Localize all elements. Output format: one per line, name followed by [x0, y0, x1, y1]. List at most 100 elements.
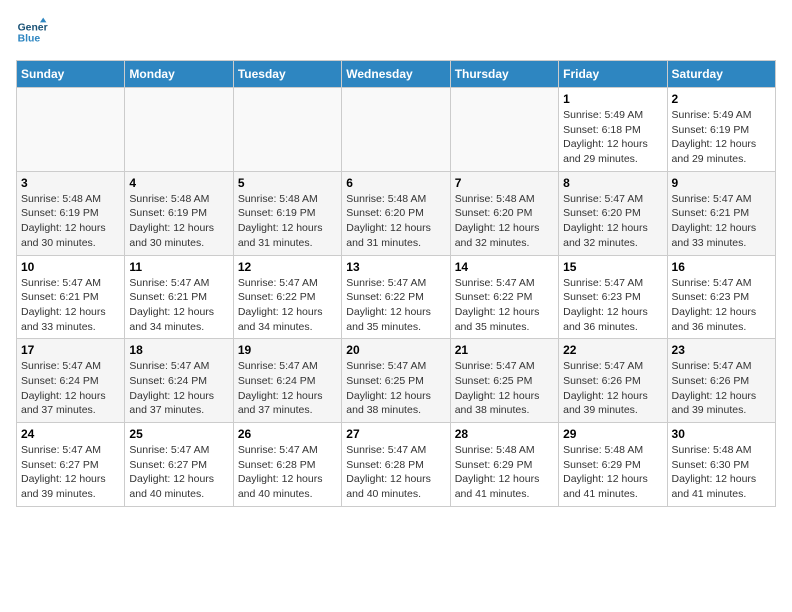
calendar-week-4: 17 Sunrise: 5:47 AM Sunset: 6:24 PM Dayli… [17, 339, 776, 423]
day-info: Sunrise: 5:47 AM Sunset: 6:26 PM Dayligh… [672, 359, 771, 418]
day-info: Sunrise: 5:47 AM Sunset: 6:27 PM Dayligh… [21, 443, 120, 502]
day-number: 3 [21, 176, 120, 190]
calendar-cell: 24 Sunrise: 5:47 AM Sunset: 6:27 PM Dayli… [17, 423, 125, 507]
day-info: Sunrise: 5:47 AM Sunset: 6:21 PM Dayligh… [21, 276, 120, 335]
day-number: 30 [672, 427, 771, 441]
day-number: 29 [563, 427, 662, 441]
day-info: Sunrise: 5:47 AM Sunset: 6:27 PM Dayligh… [129, 443, 228, 502]
calendar-cell: 15Sunrise: 5:47 AM Sunset: 6:23 PM Dayli… [559, 255, 667, 339]
weekday-tuesday: Tuesday [233, 61, 341, 88]
day-info: Sunrise: 5:47 AM Sunset: 6:24 PM Dayligh… [21, 359, 120, 418]
weekday-header-row: SundayMondayTuesdayWednesdayThursdayFrid… [17, 61, 776, 88]
weekday-thursday: Thursday [450, 61, 558, 88]
day-number: 23 [672, 343, 771, 357]
day-number: 10 [21, 260, 120, 274]
calendar-cell: 28Sunrise: 5:48 AM Sunset: 6:29 PM Dayli… [450, 423, 558, 507]
calendar-cell: 3 Sunrise: 5:48 AM Sunset: 6:19 PM Daylig… [17, 171, 125, 255]
calendar-cell: 20 Sunrise: 5:47 AM Sunset: 6:25 PM Dayli… [342, 339, 450, 423]
calendar-week-3: 10 Sunrise: 5:47 AM Sunset: 6:21 PM Dayli… [17, 255, 776, 339]
day-info: Sunrise: 5:48 AM Sunset: 6:19 PM Dayligh… [238, 192, 337, 251]
day-number: 26 [238, 427, 337, 441]
calendar-cell: 16 Sunrise: 5:47 AM Sunset: 6:23 PM Dayli… [667, 255, 775, 339]
calendar-cell [125, 88, 233, 172]
day-info: Sunrise: 5:47 AM Sunset: 6:23 PM Dayligh… [672, 276, 771, 335]
day-info: Sunrise: 5:48 AM Sunset: 6:20 PM Dayligh… [455, 192, 554, 251]
day-info: Sunrise: 5:48 AM Sunset: 6:19 PM Dayligh… [129, 192, 228, 251]
calendar-week-1: 1 Sunrise: 5:49 AM Sunset: 6:18 PM Daylig… [17, 88, 776, 172]
day-info: Sunrise: 5:47 AM Sunset: 6:24 PM Dayligh… [238, 359, 337, 418]
day-number: 12 [238, 260, 337, 274]
day-number: 5 [238, 176, 337, 190]
day-info: Sunrise: 5:47 AM Sunset: 6:28 PM Dayligh… [238, 443, 337, 502]
day-info: Sunrise: 5:47 AM Sunset: 6:21 PM Dayligh… [129, 276, 228, 335]
calendar-cell: 11 Sunrise: 5:47 AM Sunset: 6:21 PM Dayli… [125, 255, 233, 339]
weekday-saturday: Saturday [667, 61, 775, 88]
calendar-cell: 12 Sunrise: 5:47 AM Sunset: 6:22 PM Dayli… [233, 255, 341, 339]
day-number: 7 [455, 176, 554, 190]
calendar-cell [233, 88, 341, 172]
calendar-cell: 7 Sunrise: 5:48 AM Sunset: 6:20 PM Daylig… [450, 171, 558, 255]
svg-text:General: General [18, 22, 48, 33]
day-info: Sunrise: 5:47 AM Sunset: 6:25 PM Dayligh… [455, 359, 554, 418]
day-info: Sunrise: 5:47 AM Sunset: 6:21 PM Dayligh… [672, 192, 771, 251]
calendar-cell: 25 Sunrise: 5:47 AM Sunset: 6:27 PM Dayli… [125, 423, 233, 507]
calendar-cell: 21Sunrise: 5:47 AM Sunset: 6:25 PM Dayli… [450, 339, 558, 423]
day-info: Sunrise: 5:47 AM Sunset: 6:25 PM Dayligh… [346, 359, 445, 418]
calendar-cell: 19 Sunrise: 5:47 AM Sunset: 6:24 PM Dayli… [233, 339, 341, 423]
calendar-cell [17, 88, 125, 172]
day-info: Sunrise: 5:48 AM Sunset: 6:19 PM Dayligh… [21, 192, 120, 251]
day-info: Sunrise: 5:48 AM Sunset: 6:30 PM Dayligh… [672, 443, 771, 502]
day-info: Sunrise: 5:47 AM Sunset: 6:22 PM Dayligh… [238, 276, 337, 335]
calendar-cell: 4Sunrise: 5:48 AM Sunset: 6:19 PM Daylig… [125, 171, 233, 255]
calendar-cell: 1 Sunrise: 5:49 AM Sunset: 6:18 PM Daylig… [559, 88, 667, 172]
weekday-sunday: Sunday [17, 61, 125, 88]
day-number: 6 [346, 176, 445, 190]
day-info: Sunrise: 5:49 AM Sunset: 6:19 PM Dayligh… [672, 108, 771, 167]
calendar-cell: 10 Sunrise: 5:47 AM Sunset: 6:21 PM Dayli… [17, 255, 125, 339]
logo-icon: General Blue [16, 16, 48, 48]
weekday-monday: Monday [125, 61, 233, 88]
day-number: 8 [563, 176, 662, 190]
day-number: 15 [563, 260, 662, 274]
day-number: 20 [346, 343, 445, 357]
day-number: 11 [129, 260, 228, 274]
calendar-cell: 22Sunrise: 5:47 AM Sunset: 6:26 PM Dayli… [559, 339, 667, 423]
day-info: Sunrise: 5:49 AM Sunset: 6:18 PM Dayligh… [563, 108, 662, 167]
day-number: 13 [346, 260, 445, 274]
day-number: 16 [672, 260, 771, 274]
day-info: Sunrise: 5:47 AM Sunset: 6:28 PM Dayligh… [346, 443, 445, 502]
calendar-cell: 23 Sunrise: 5:47 AM Sunset: 6:26 PM Dayli… [667, 339, 775, 423]
day-number: 2 [672, 92, 771, 106]
calendar-cell: 14Sunrise: 5:47 AM Sunset: 6:22 PM Dayli… [450, 255, 558, 339]
day-info: Sunrise: 5:47 AM Sunset: 6:22 PM Dayligh… [346, 276, 445, 335]
day-info: Sunrise: 5:48 AM Sunset: 6:29 PM Dayligh… [455, 443, 554, 502]
calendar-cell: 27Sunrise: 5:47 AM Sunset: 6:28 PM Dayli… [342, 423, 450, 507]
calendar-table: SundayMondayTuesdayWednesdayThursdayFrid… [16, 60, 776, 507]
calendar-cell: 8Sunrise: 5:47 AM Sunset: 6:20 PM Daylig… [559, 171, 667, 255]
calendar-cell [450, 88, 558, 172]
logo: General Blue [16, 16, 48, 48]
day-info: Sunrise: 5:47 AM Sunset: 6:26 PM Dayligh… [563, 359, 662, 418]
calendar-week-5: 24 Sunrise: 5:47 AM Sunset: 6:27 PM Dayli… [17, 423, 776, 507]
calendar-week-2: 3 Sunrise: 5:48 AM Sunset: 6:19 PM Daylig… [17, 171, 776, 255]
calendar-cell: 26 Sunrise: 5:47 AM Sunset: 6:28 PM Dayli… [233, 423, 341, 507]
calendar-cell: 17 Sunrise: 5:47 AM Sunset: 6:24 PM Dayli… [17, 339, 125, 423]
weekday-wednesday: Wednesday [342, 61, 450, 88]
day-info: Sunrise: 5:48 AM Sunset: 6:29 PM Dayligh… [563, 443, 662, 502]
day-number: 14 [455, 260, 554, 274]
day-number: 18 [129, 343, 228, 357]
day-info: Sunrise: 5:48 AM Sunset: 6:20 PM Dayligh… [346, 192, 445, 251]
calendar-cell: 9 Sunrise: 5:47 AM Sunset: 6:21 PM Daylig… [667, 171, 775, 255]
page-header: General Blue [16, 16, 776, 48]
calendar-cell: 13 Sunrise: 5:47 AM Sunset: 6:22 PM Dayli… [342, 255, 450, 339]
day-number: 9 [672, 176, 771, 190]
day-number: 1 [563, 92, 662, 106]
day-number: 25 [129, 427, 228, 441]
weekday-friday: Friday [559, 61, 667, 88]
day-number: 24 [21, 427, 120, 441]
day-number: 17 [21, 343, 120, 357]
svg-text:Blue: Blue [18, 34, 41, 45]
calendar-cell: 6 Sunrise: 5:48 AM Sunset: 6:20 PM Daylig… [342, 171, 450, 255]
day-number: 19 [238, 343, 337, 357]
calendar-cell [342, 88, 450, 172]
